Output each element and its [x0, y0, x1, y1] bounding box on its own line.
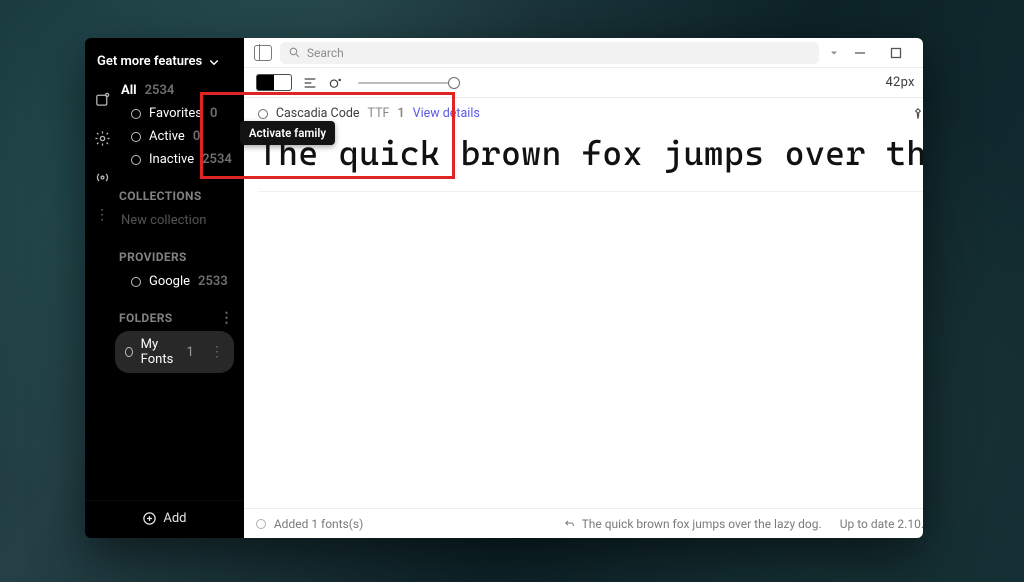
fonts-icon[interactable] — [94, 91, 111, 108]
search-input[interactable]: Search — [280, 42, 819, 64]
chevron-down-icon — [208, 56, 220, 68]
activate-family-tooltip: Activate family — [240, 121, 335, 145]
status-added: Added 1 fonts(s) — [274, 517, 363, 531]
font-size-label: 42px — [885, 75, 914, 90]
titlebar: Search — [244, 38, 923, 68]
my-fonts-more-icon[interactable]: ⋮ — [210, 345, 224, 359]
add-label: Add — [163, 511, 186, 526]
layout-toggle-icon[interactable] — [254, 45, 272, 61]
theme-toggle[interactable] — [256, 74, 292, 91]
circle-icon — [131, 277, 141, 287]
google-label: Google — [149, 274, 190, 289]
get-more-features-button[interactable]: Get more features — [85, 50, 244, 79]
slider-knob[interactable] — [448, 77, 460, 89]
get-more-features-label: Get more features — [97, 54, 202, 69]
return-icon — [564, 518, 576, 530]
sidebar-item-google[interactable]: Google 2533 — [119, 270, 234, 293]
status-sample[interactable]: The quick brown fox jumps over the lazy … — [582, 517, 822, 531]
broadcast-icon[interactable] — [94, 169, 111, 186]
circle-icon — [131, 155, 141, 165]
pin-icon[interactable] — [911, 107, 923, 121]
plus-circle-icon — [142, 511, 157, 526]
search-icon — [288, 46, 301, 59]
ligature-icon[interactable] — [328, 75, 344, 91]
circle-icon — [125, 347, 133, 357]
my-fonts-label: My Fonts — [141, 337, 179, 367]
status-version: Up to date 2.10.2 — [840, 517, 923, 531]
window-maximize-button[interactable] — [889, 46, 917, 60]
app-window: Get more features ⋮ All 2534 Favorites 0 — [85, 38, 923, 538]
sidebar-item-my-fonts[interactable]: My Fonts 1 ⋮ — [115, 331, 234, 373]
gear-icon[interactable] — [94, 130, 111, 147]
all-label: All — [121, 83, 137, 98]
search-placeholder: Search — [307, 46, 344, 60]
new-collection-label: New collection — [121, 213, 206, 228]
collections-header: COLLECTIONS — [119, 189, 234, 203]
align-icon[interactable] — [302, 75, 318, 91]
folders-more-icon[interactable]: ⋮ — [219, 311, 233, 325]
google-count: 2533 — [198, 274, 228, 289]
providers-header: PROVIDERS — [119, 250, 234, 264]
main-panel: Search 42px Ca — [244, 38, 923, 538]
new-collection-button[interactable]: New collection — [119, 209, 234, 232]
my-fonts-count: 1 — [187, 345, 194, 360]
add-button[interactable]: Add — [85, 500, 244, 538]
search-dropdown-icon[interactable] — [827, 46, 841, 60]
more-rail-icon[interactable]: ⋮ — [95, 208, 109, 222]
sidebar-rail: ⋮ — [85, 79, 119, 500]
font-area: Cascadia Code TTF 1 View details The qui… — [244, 98, 923, 192]
status-bar: Added 1 fonts(s) The quick brown fox jum… — [244, 508, 923, 538]
circle-icon — [131, 109, 141, 119]
window-minimize-button[interactable] — [853, 46, 881, 60]
status-circle-icon — [256, 519, 266, 529]
favorites-label: Favorites — [149, 106, 202, 121]
circle-icon — [131, 132, 141, 142]
active-label: Active — [149, 129, 185, 144]
all-count: 2534 — [145, 83, 175, 98]
size-slider[interactable] — [358, 82, 454, 84]
inactive-label: Inactive — [149, 152, 194, 167]
folders-header: FOLDERS ⋮ — [119, 311, 234, 325]
